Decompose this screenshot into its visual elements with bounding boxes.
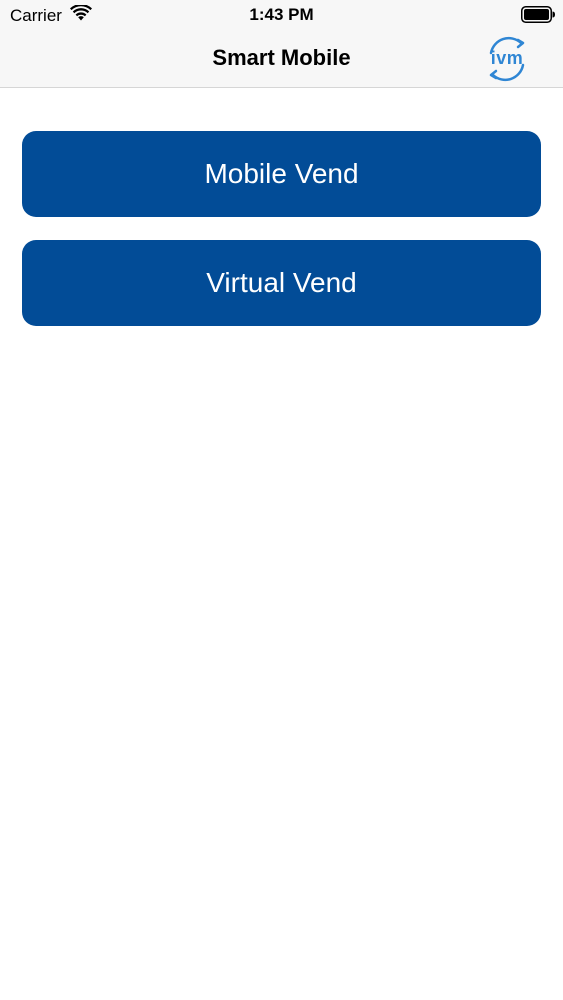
virtual-vend-button[interactable]: Virtual Vend <box>22 240 541 326</box>
ivm-logo: ivm <box>481 33 533 85</box>
mobile-vend-label: Mobile Vend <box>204 158 359 189</box>
status-bar: Carrier 1:43 PM <box>0 0 563 30</box>
battery-icon <box>521 6 555 23</box>
navigation-bar: Smart Mobile ivm <box>0 30 563 88</box>
mobile-vend-button[interactable]: Mobile Vend <box>22 131 541 217</box>
page-title: Smart Mobile <box>212 45 351 70</box>
status-time: 1:43 PM <box>249 5 314 24</box>
logo-text: ivm <box>490 48 524 68</box>
virtual-vend-label: Virtual Vend <box>206 267 357 298</box>
menu-list: Mobile Vend Virtual Vend <box>22 131 541 349</box>
